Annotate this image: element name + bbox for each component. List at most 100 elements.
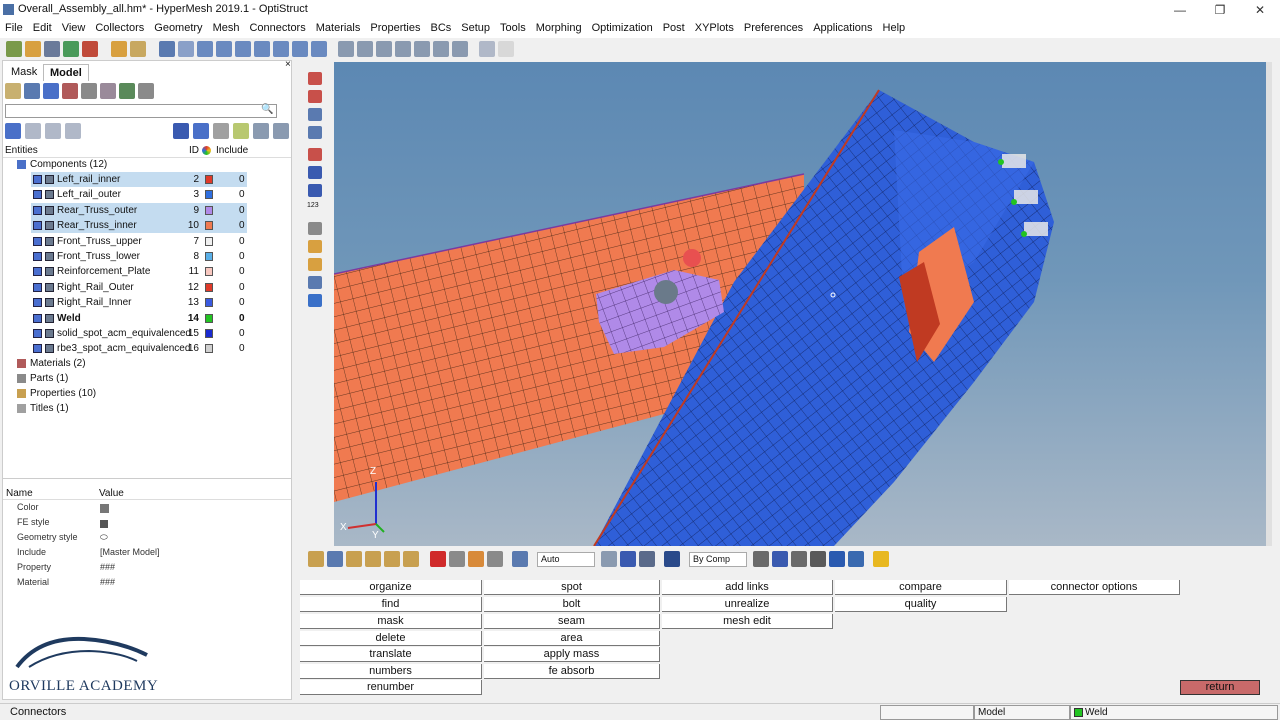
color-swatch-icon[interactable]	[100, 504, 109, 513]
tab-mask[interactable]: Mask	[5, 64, 43, 81]
view-top-icon[interactable]	[273, 41, 289, 57]
component-display-icon[interactable]	[33, 267, 42, 277]
status-model-field[interactable]: Model	[974, 705, 1070, 720]
browser-property-icon[interactable]	[81, 83, 97, 99]
menu-applications[interactable]: Applications	[808, 20, 877, 34]
shell-icon[interactable]	[829, 551, 845, 567]
menu-help[interactable]: Help	[878, 20, 911, 34]
auto-combo[interactable]: Auto	[537, 551, 595, 567]
undo-icon[interactable]	[479, 41, 495, 57]
open-model-icon[interactable]	[6, 41, 22, 57]
view-xz-icon[interactable]	[235, 41, 251, 57]
quality-button[interactable]: quality	[835, 597, 1007, 612]
fit-icon[interactable]	[357, 41, 373, 57]
renumber-button[interactable]: renumber	[300, 680, 482, 695]
eye-all-icon[interactable]	[273, 123, 289, 139]
component-color-swatch[interactable]	[205, 236, 213, 246]
bolt-button[interactable]: bolt	[484, 597, 660, 612]
component-display-icon[interactable]	[33, 329, 42, 338]
component-color-swatch[interactable]	[205, 252, 213, 261]
compare-button[interactable]: compare	[835, 580, 1007, 595]
diamond-icon[interactable]	[810, 551, 826, 567]
menu-properties[interactable]: Properties	[365, 20, 425, 34]
menu-post[interactable]: Post	[658, 20, 690, 34]
splitter[interactable]	[3, 478, 291, 482]
delete-button[interactable]: delete	[300, 631, 482, 646]
component-display-icon[interactable]	[33, 282, 42, 292]
area-button[interactable]: area	[484, 631, 660, 646]
menu-tools[interactable]: Tools	[495, 20, 531, 34]
component-color-swatch[interactable]	[205, 329, 213, 338]
show-all-icon[interactable]	[65, 123, 81, 139]
materials-group[interactable]: Materials (2)	[3, 356, 291, 371]
browser-load-icon[interactable]	[100, 83, 116, 99]
tab-model[interactable]: Model	[43, 64, 89, 81]
menu-geometry[interactable]: Geometry	[149, 20, 207, 34]
transparency-icon[interactable]	[308, 276, 322, 289]
monitor-icon[interactable]	[848, 551, 864, 567]
export-icon[interactable]	[82, 41, 98, 57]
open-file-icon[interactable]	[25, 41, 41, 57]
eye-icon[interactable]	[253, 123, 269, 139]
filter-icon[interactable]	[233, 123, 249, 139]
unrealize-button[interactable]: unrealize	[662, 597, 833, 612]
zoom-window-icon[interactable]	[338, 41, 354, 57]
hide-elements-icon[interactable]	[449, 551, 465, 567]
component-color-swatch[interactable]	[205, 282, 213, 292]
view-yz-icon[interactable]	[216, 41, 232, 57]
component-color-swatch[interactable]	[205, 298, 213, 308]
component-display-icon[interactable]	[33, 205, 42, 215]
cube-icon[interactable]	[639, 551, 655, 567]
label-abc-icon[interactable]	[308, 240, 322, 253]
shade-icon[interactable]	[308, 108, 322, 121]
fe-style-icon[interactable]	[100, 520, 108, 528]
folder-icon[interactable]	[130, 41, 146, 57]
component-row[interactable]: Front_Truss_upper 7 0	[3, 234, 291, 249]
fe-absorb-button[interactable]: fe absorb	[484, 664, 660, 679]
component-display-icon[interactable]	[33, 190, 42, 200]
component-color-swatch[interactable]	[205, 313, 213, 323]
unmask-icon[interactable]	[308, 90, 322, 103]
isolate-only-icon[interactable]	[365, 551, 381, 567]
connector-options-button[interactable]: connector options	[1009, 580, 1180, 595]
component-display-icon[interactable]	[33, 298, 42, 308]
spot-button[interactable]: spot	[484, 580, 660, 595]
find-button[interactable]: find	[300, 597, 482, 612]
view-iso-icon[interactable]	[254, 41, 270, 57]
auto-mode-icon[interactable]	[512, 551, 528, 567]
show-icon[interactable]	[5, 123, 21, 139]
arrow-right-icon[interactable]	[414, 41, 430, 57]
prop-color-row[interactable]: Color	[3, 502, 291, 517]
rotate-left-icon[interactable]	[178, 41, 194, 57]
section-icon[interactable]	[308, 294, 322, 307]
seam-button[interactable]: seam	[484, 614, 660, 629]
browser-components-icon[interactable]	[24, 83, 40, 99]
prop-fe-style-row[interactable]: FE style	[3, 517, 291, 532]
browser-system-icon[interactable]	[119, 83, 135, 99]
prop-geometry-style-row[interactable]: Geometry style ⬭	[3, 532, 291, 547]
view-bottom-icon[interactable]	[292, 41, 308, 57]
browser-other-icon[interactable]	[138, 83, 154, 99]
by-comp-combo[interactable]: By Comp	[689, 551, 747, 567]
menu-edit[interactable]: Edit	[28, 20, 57, 34]
browser-search-input[interactable]	[5, 104, 277, 118]
menu-morphing[interactable]: Morphing	[531, 20, 587, 34]
component-display-icon[interactable]	[33, 313, 42, 323]
grid-icon[interactable]	[753, 551, 769, 567]
arrow-down-icon[interactable]	[433, 41, 449, 57]
component-row[interactable]: rbe3_spot_acm_equivalenced 16 0	[3, 341, 291, 356]
zoom-icon[interactable]	[159, 41, 175, 57]
component-row[interactable]: solid_spot_acm_equivalenced 15 0	[3, 326, 291, 341]
user-icon[interactable]	[111, 41, 127, 57]
reverse-icon[interactable]	[403, 551, 419, 567]
component-display-icon[interactable]	[33, 344, 42, 354]
component-row[interactable]: Left_rail_outer 3 0	[3, 187, 291, 202]
component-color-swatch[interactable]	[205, 344, 213, 354]
translate-button[interactable]: translate	[300, 647, 482, 662]
view-front-icon[interactable]	[311, 41, 327, 57]
mask-all-icon[interactable]	[327, 551, 343, 567]
close-button[interactable]: ✕	[1240, 0, 1280, 20]
numbers-toggle[interactable]: 123	[307, 202, 319, 209]
parts-group[interactable]: Parts (1)	[3, 371, 291, 386]
menu-view[interactable]: View	[57, 20, 91, 34]
